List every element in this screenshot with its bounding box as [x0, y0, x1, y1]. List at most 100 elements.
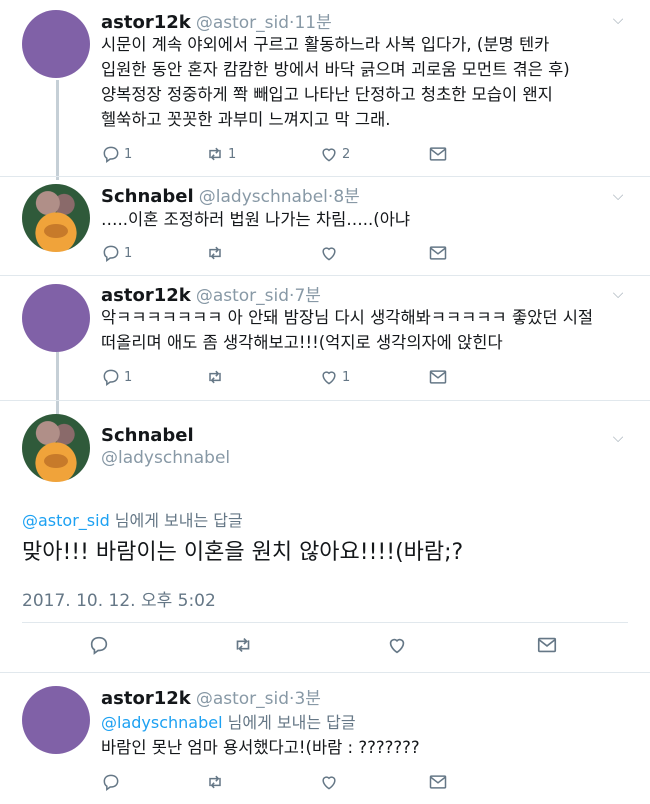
retweet-button[interactable] [205, 243, 225, 263]
like-icon [322, 148, 336, 162]
tweet-text: …..이혼 조정하러 법원 나가는 차림…..(아냐 [101, 207, 410, 232]
like-count: 2 [342, 146, 351, 162]
author-handle[interactable]: @astor_sid [196, 286, 289, 306]
avatar[interactable] [22, 686, 90, 754]
reply-count: 1 [124, 245, 133, 261]
text-line: 헬쑥하고 꼿꼿한 과부미 느껴지고 막 그래. [101, 110, 391, 129]
reply-button[interactable]: 1 [101, 243, 132, 263]
like-button[interactable] [319, 243, 339, 263]
reply-icon [103, 245, 119, 262]
divider [0, 400, 650, 401]
divider [0, 275, 650, 276]
avatar[interactable] [22, 284, 90, 352]
reply-button[interactable] [101, 772, 121, 792]
message-button[interactable] [428, 144, 448, 164]
author-name[interactable]: astor12k [101, 12, 191, 33]
like-button[interactable]: 1 [319, 367, 350, 387]
like-button[interactable] [319, 772, 339, 792]
reply-button[interactable] [88, 634, 110, 656]
message-icon [537, 637, 557, 653]
replying-label: 님에게 보내는 답글 [109, 511, 243, 530]
author-name[interactable]: Schnabel [101, 425, 230, 446]
tweet-text: 바람인 못난 엄마 용서했다고!(바람 : ??????? [101, 738, 420, 757]
tweet-date[interactable]: 2017. 10. 12. 오후 5:02 [22, 586, 216, 611]
message-icon [429, 246, 447, 260]
message-icon [429, 147, 447, 161]
author-handle[interactable]: @ladyschnabel [101, 448, 230, 468]
timestamp[interactable]: 7분 [294, 286, 320, 306]
reply-icon [103, 369, 119, 386]
retweet-button[interactable]: 1 [205, 144, 236, 164]
timestamp[interactable]: 3분 [294, 689, 320, 709]
retweet-button[interactable] [205, 772, 225, 792]
action-bar: 1 1 2 [101, 144, 461, 164]
tweet-text: 악ㅋㅋㅋㅋㅋㅋㅋ 아 안돼 밤장님 다시 생각해봐ㅋㅋㅋㅋㅋ 좋았던 시절 떠올… [101, 305, 593, 355]
text-line: 악ㅋㅋㅋㅋㅋㅋㅋ 아 안돼 밤장님 다시 생각해봐ㅋㅋㅋㅋㅋ 좋았던 시절 [101, 308, 594, 327]
message-button[interactable] [428, 772, 448, 792]
text-line: 입원한 동안 혼자 캄캄한 방에서 바닥 긁으며 괴로움 모먼트 겪은 후) [101, 60, 570, 79]
action-bar [88, 634, 568, 656]
thread-line [56, 352, 59, 414]
reply-button[interactable]: 1 [101, 367, 132, 387]
avatar[interactable] [22, 414, 90, 482]
message-icon [429, 370, 447, 384]
reply-icon [103, 774, 119, 791]
message-button[interactable] [428, 367, 448, 387]
reply-icon [90, 636, 108, 655]
like-button[interactable]: 2 [319, 144, 350, 164]
mention-link[interactable]: @ladyschnabel [101, 713, 223, 732]
text-line: 시문이 계속 야외에서 구르고 활동하느라 사복 입다가, (분명 텐카 [101, 35, 550, 54]
divider [22, 622, 628, 623]
replying-to: @astor_sid 님에게 보내는 답글 [22, 507, 243, 531]
like-icon [322, 776, 336, 790]
tweet-text: 시문이 계속 야외에서 구르고 활동하느라 사복 입다가, (분명 텐카 입원한… [101, 32, 570, 132]
avatar[interactable] [22, 10, 90, 78]
like-icon [322, 371, 336, 385]
message-button[interactable] [428, 243, 448, 263]
divider [0, 672, 650, 673]
action-bar: 1 [101, 243, 461, 263]
replying-to: @ladyschnabel 님에게 보내는 답글 [101, 709, 356, 733]
author-handle[interactable]: @astor_sid [196, 13, 289, 33]
replying-label: 님에게 보내는 답글 [222, 713, 356, 732]
divider [0, 176, 650, 177]
retweet-button[interactable] [232, 634, 254, 656]
reply-button[interactable]: 1 [101, 144, 132, 164]
avatar[interactable] [22, 184, 90, 252]
reply-count: 1 [124, 146, 133, 162]
author-name[interactable]: Schnabel [101, 186, 194, 207]
mention-link[interactable]: @astor_sid [22, 511, 110, 530]
retweet-icon [209, 246, 221, 260]
tweet-text: 맞아!!! 바람이는 이혼을 원치 않아요!!!!(바람;? [22, 540, 464, 565]
thread-line [56, 80, 59, 180]
message-icon [429, 775, 447, 789]
like-icon [322, 247, 336, 261]
text-line: 양복정장 정중하게 쫙 빼입고 나타난 단정하고 청초한 모습이 왠지 [101, 85, 553, 104]
reply-count: 1 [124, 369, 133, 385]
like-button[interactable] [386, 634, 408, 656]
message-button[interactable] [536, 634, 558, 656]
author-handle[interactable]: @astor_sid [196, 689, 289, 709]
retweet-icon [209, 775, 221, 789]
chevron-down-icon[interactable]: ⌵ [608, 10, 628, 30]
retweet-icon [209, 147, 221, 161]
retweet-count: 1 [228, 146, 237, 162]
author-handle[interactable]: @ladyschnabel [199, 187, 328, 207]
timestamp[interactable]: 11분 [294, 13, 331, 33]
retweet-icon [236, 637, 250, 653]
text-line: …..이혼 조정하러 법원 나가는 차림…..(아냐 [101, 210, 411, 229]
timestamp[interactable]: 8분 [333, 187, 359, 207]
action-bar [101, 772, 461, 792]
action-bar: 1 1 [101, 367, 461, 387]
text-line: 떠올리며 애도 좀 생각해보고!!!(억지로 생각의자에 앉힌다 [101, 333, 503, 352]
retweet-icon [209, 370, 221, 384]
author-name[interactable]: astor12k [101, 688, 191, 709]
retweet-button[interactable] [205, 367, 225, 387]
chevron-down-icon[interactable]: ⌵ [608, 284, 628, 304]
reply-icon [103, 146, 119, 163]
like-count: 1 [342, 369, 351, 385]
chevron-down-icon[interactable]: ⌵ [608, 428, 628, 448]
author-name[interactable]: astor12k [101, 285, 191, 306]
like-icon [389, 638, 405, 654]
chevron-down-icon[interactable]: ⌵ [608, 186, 628, 206]
